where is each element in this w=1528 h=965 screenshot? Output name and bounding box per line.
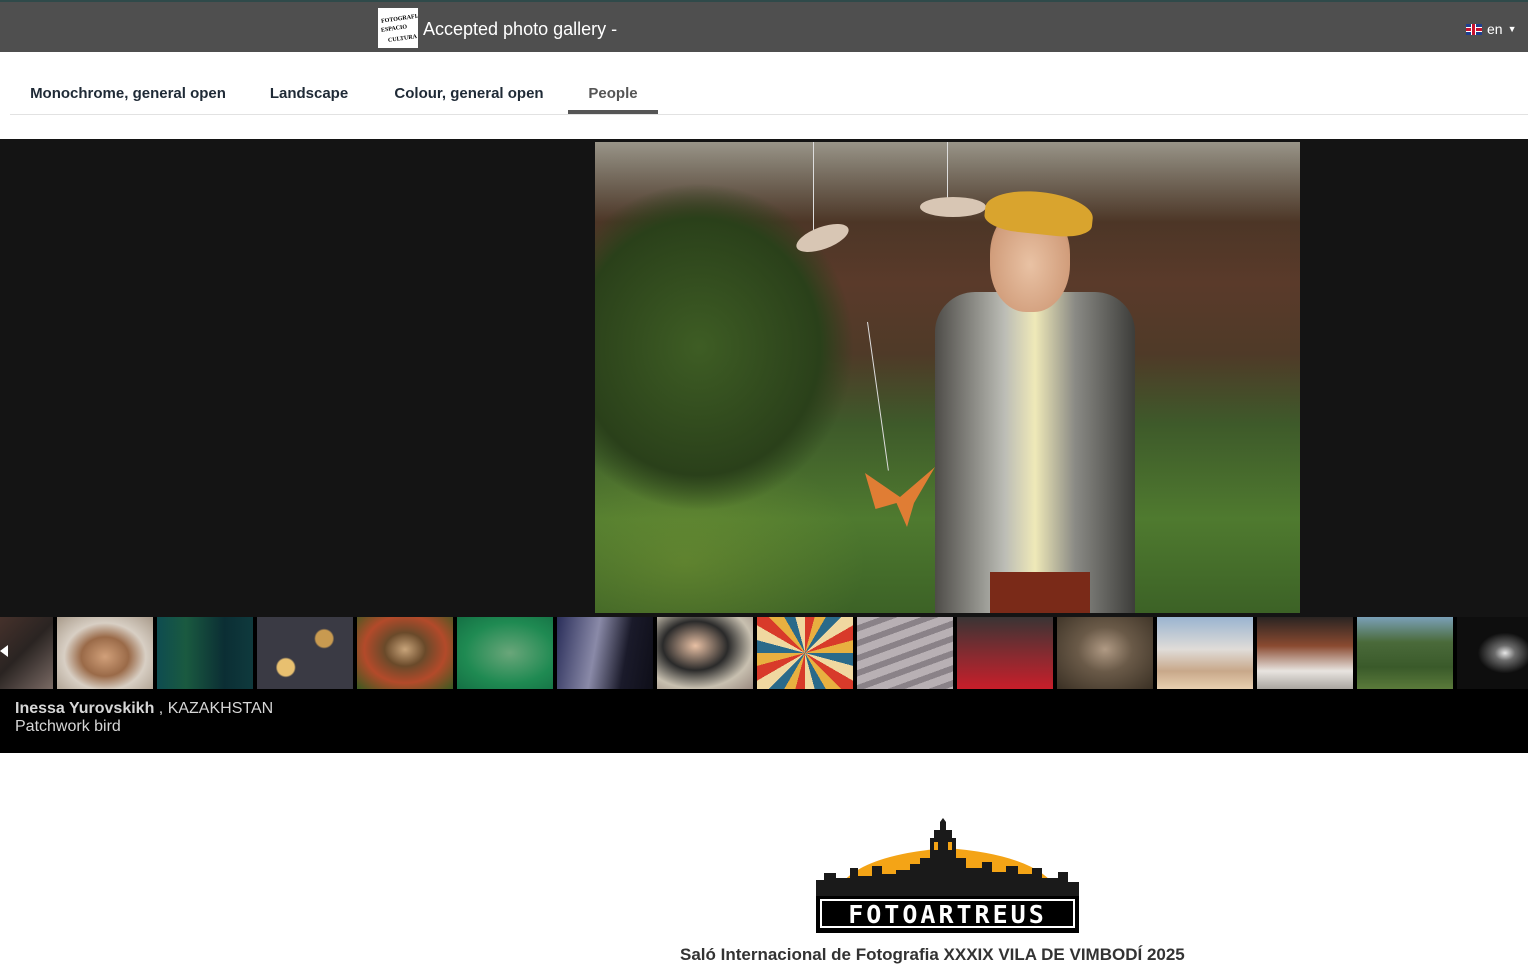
thumbnail[interactable] [957,617,1053,689]
thumbnail[interactable] [1257,617,1353,689]
thumbnail[interactable] [57,617,153,689]
event-title: Saló Internacional de Fotografia XXXIX V… [680,945,1185,964]
section-tabs: Monochrome, general open Landscape Colou… [10,52,1528,115]
logo-text-1: FOTOGRAFIA [380,13,418,25]
photo-country: , KAZAKHSTAN [158,700,274,717]
thumbnail[interactable] [757,617,853,689]
thumbnail[interactable] [257,617,353,689]
brand-name: FOTOARTREUS [820,899,1075,928]
thumbnail[interactable] [157,617,253,689]
thumbnail[interactable] [1157,617,1253,689]
thumbnail[interactable] [1457,617,1528,689]
chevron-down-icon: ▼ [1507,24,1517,34]
thumbnail[interactable] [1357,617,1453,689]
top-bar: FOTOGRAFIA ESPACIO CULTURA Accepted phot… [0,0,1528,52]
tab-landscape[interactable]: Landscape [246,52,372,114]
tab-people[interactable]: People [568,52,658,114]
photo-title: Patchwork bird [15,718,121,735]
photo-viewer [0,139,1528,617]
strip-scroll-left-icon[interactable] [0,645,8,657]
page-title: Accepted photo gallery - [423,19,618,39]
language-label: en [1487,21,1503,37]
thumbnail-strip[interactable] [0,617,1528,689]
thumbnail[interactable] [657,617,753,689]
skyline-sun-icon [816,818,1079,898]
thumbnail[interactable] [557,617,653,689]
main-photo[interactable] [595,142,1300,613]
thumbnail[interactable] [857,617,953,689]
site-logo[interactable]: FOTOGRAFIA ESPACIO CULTURA [378,8,418,48]
caption-author-line: Inessa Yurovskikh , KAZAKHSTAN [15,700,273,718]
logo-text-2: ESPACIO [380,24,408,34]
tab-colour[interactable]: Colour, general open [372,52,566,114]
thumbnail[interactable] [357,617,453,689]
photo-caption: Inessa Yurovskikh , KAZAKHSTAN Patchwork… [0,689,1528,753]
thumbnail[interactable] [1057,617,1153,689]
thumbnail[interactable] [457,617,553,689]
fotoartreus-logo: FOTOARTREUS [816,818,1079,933]
tab-monochrome[interactable]: Monochrome, general open [10,52,246,114]
photo-author: Inessa Yurovskikh [15,700,155,717]
logo-text-3: CULTURA [387,34,418,44]
language-selector[interactable]: en ▼ [1466,21,1517,37]
uk-flag-icon [1466,23,1482,35]
